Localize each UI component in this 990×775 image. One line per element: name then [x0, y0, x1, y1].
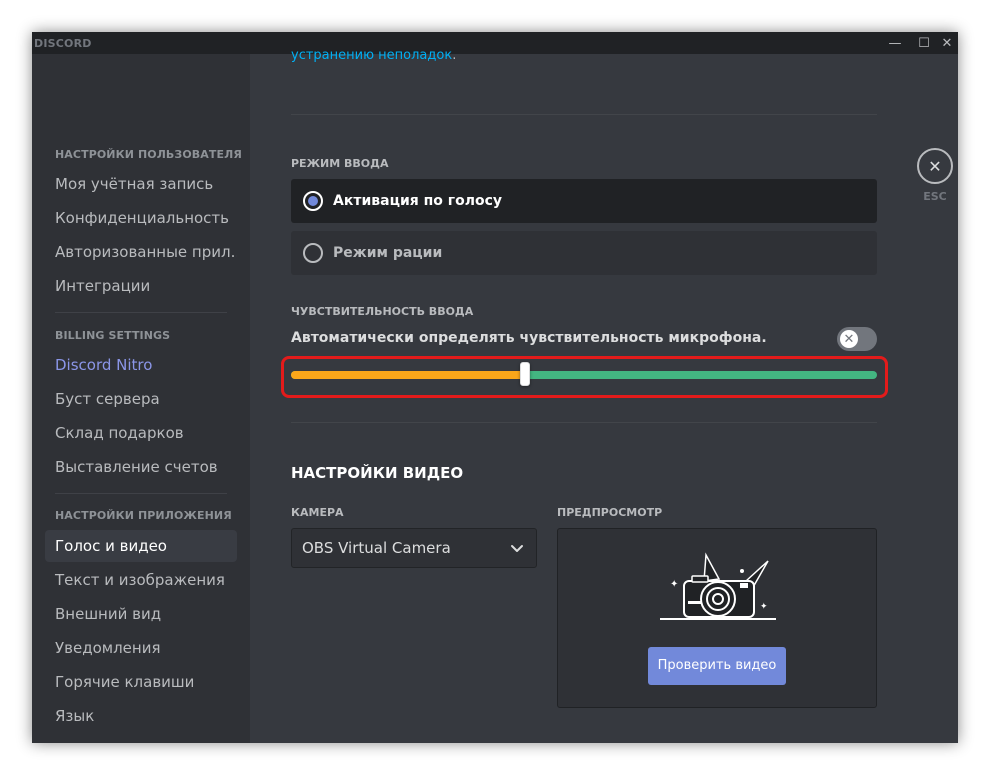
auto-sensitivity-toggle[interactable]: ✕: [837, 327, 877, 351]
sidebar-item-windows-settings[interactable]: Настройки Windows: [45, 734, 237, 743]
sidebar-item-appearance[interactable]: Внешний вид: [45, 598, 237, 630]
close-settings-button[interactable]: ✕: [917, 148, 953, 184]
app-name: DISCORD: [34, 37, 92, 50]
settings-sidebar: НАСТРОЙКИ ПОЛЬЗОВАТЕЛЯ Моя учётная запис…: [32, 54, 250, 743]
camera-label: КАМЕРА: [291, 506, 344, 519]
sidebar-item-authorized-apps[interactable]: Авторизованные прил...: [45, 236, 237, 268]
close-icon: ✕: [928, 156, 942, 176]
close-window-button[interactable]: ✕: [936, 32, 958, 54]
section-divider: [291, 114, 877, 115]
sensitivity-slider-handle[interactable]: [520, 362, 530, 386]
radio-dot: [308, 196, 318, 206]
sensitivity-slider-fill: [291, 371, 525, 379]
input-sensitivity-label: ЧУВСТВИТЕЛЬНОСТЬ ВВОДА: [291, 305, 474, 318]
auto-sensitivity-text: Автоматически определять чувствительност…: [291, 330, 767, 346]
link-suffix: .: [452, 48, 457, 63]
sidebar-item-voice-video[interactable]: Голос и видео: [45, 530, 237, 562]
radio-voice-activity[interactable]: Активация по голосу: [291, 179, 877, 223]
discord-window: DISCORD — ☐ ✕ НАСТРОЙКИ ПОЛЬЗОВАТЕЛЯ Моя…: [32, 32, 958, 743]
sidebar-separator: [55, 312, 227, 313]
sidebar-item-keybinds[interactable]: Горячие клавиши: [45, 666, 237, 698]
svg-text:✦: ✦: [760, 602, 768, 612]
sidebar-item-privacy[interactable]: Конфиденциальность: [45, 202, 237, 234]
radio-label-voice-activity: Активация по голосу: [333, 193, 503, 209]
sidebar-item-billing[interactable]: Выставление счетов: [45, 451, 237, 483]
sidebar-header-user-settings: НАСТРОЙКИ ПОЛЬЗОВАТЕЛЯ: [55, 148, 242, 161]
troubleshooting-link[interactable]: устранению неполадок: [291, 48, 452, 63]
sidebar-item-text-images[interactable]: Текст и изображения: [45, 564, 237, 596]
sidebar-item-server-boost[interactable]: Буст сервера: [45, 383, 237, 415]
troubleshooting-link-line: устранению неполадок.: [291, 48, 456, 63]
camera-select-value: OBS Virtual Camera: [302, 539, 451, 557]
title-bar: DISCORD — ☐ ✕: [32, 32, 958, 54]
radio-label-push-to-talk: Режим рации: [333, 245, 443, 261]
radio-unselected-icon: [303, 243, 323, 263]
sidebar-separator: [55, 493, 227, 494]
section-divider: [291, 422, 877, 423]
sensitivity-slider-track[interactable]: [291, 371, 877, 379]
input-mode-label: РЕЖИМ ВВОДА: [291, 157, 389, 170]
toggle-off-x-icon: ✕: [840, 330, 858, 348]
sidebar-header-app-settings: НАСТРОЙКИ ПРИЛОЖЕНИЯ: [55, 509, 232, 522]
esc-label: ESC: [923, 190, 947, 203]
camera-illustration-icon: ✦ ✦: [660, 552, 776, 620]
sidebar-item-discord-nitro[interactable]: Discord Nitro: [45, 349, 237, 381]
settings-content: устранению неполадок. РЕЖИМ ВВОДА Актива…: [250, 48, 958, 743]
sidebar-item-notifications[interactable]: Уведомления: [45, 632, 237, 664]
sidebar-header-billing: BILLING SETTINGS: [55, 329, 171, 342]
sidebar-item-gift-inventory[interactable]: Склад подарков: [45, 417, 237, 449]
video-preview-box: ✦ ✦ Проверить видео: [557, 528, 877, 708]
chevron-down-icon: [511, 545, 523, 552]
sidebar-item-language[interactable]: Язык: [45, 700, 237, 732]
check-video-button[interactable]: Проверить видео: [648, 647, 786, 685]
camera-select[interactable]: OBS Virtual Camera: [291, 528, 537, 568]
video-settings-title: НАСТРОЙКИ ВИДЕО: [291, 464, 464, 482]
sidebar-item-my-account[interactable]: Моя учётная запись: [45, 168, 237, 200]
radio-selected-icon: [303, 191, 323, 211]
radio-push-to-talk[interactable]: Режим рации: [291, 231, 877, 275]
svg-text:✦: ✦: [670, 579, 678, 590]
sidebar-item-integrations[interactable]: Интеграции: [45, 270, 237, 302]
preview-label: ПРЕДПРОСМОТР: [557, 506, 663, 519]
